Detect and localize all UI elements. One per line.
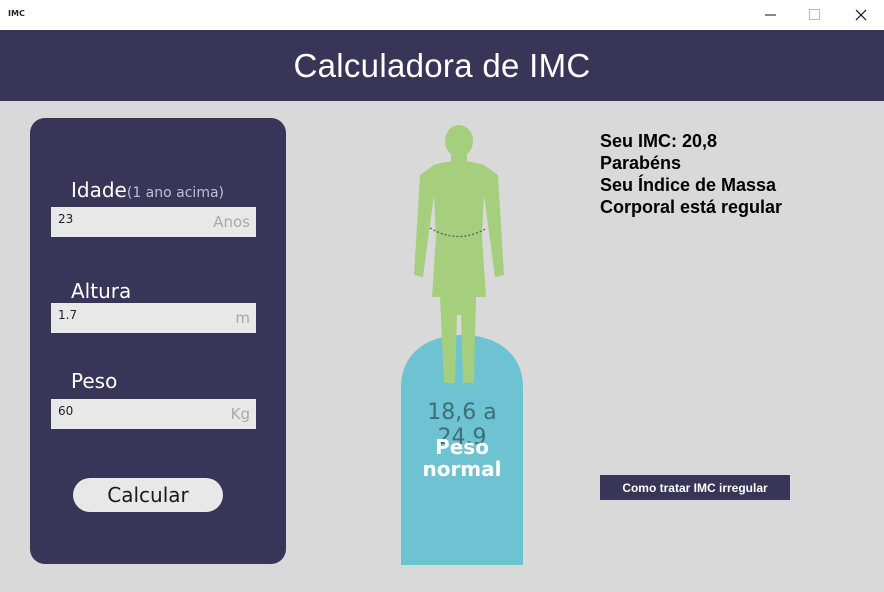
maximize-button[interactable] (792, 0, 838, 30)
height-unit: m (235, 309, 250, 327)
weight-value: 60 (58, 404, 74, 418)
close-button[interactable] (838, 0, 884, 30)
height-input[interactable]: 1.7 m (51, 303, 256, 333)
age-input[interactable]: 23 Anos (51, 207, 256, 237)
age-value: 23 (58, 212, 74, 226)
minimize-icon (765, 14, 776, 16)
age-unit: Anos (213, 213, 250, 231)
app-icon: IMC (8, 9, 25, 18)
input-panel: Idade(1 ano acima) 23 Anos Altura 1.7 m … (30, 118, 286, 564)
close-icon (855, 9, 867, 21)
age-label: Idade(1 ano acima) (71, 178, 224, 202)
app-header: Calculadora de IMC (0, 30, 884, 101)
result-message: Seu IMC: 20,8 Parabéns Seu Índice de Mas… (600, 130, 860, 218)
weight-label: Peso (71, 369, 118, 393)
weight-unit: Kg (230, 405, 250, 423)
age-hint: (1 ano acima) (126, 185, 224, 201)
maximize-icon (809, 9, 820, 20)
irregular-bmi-help-button[interactable]: Como tratar IMC irregular (600, 475, 790, 500)
weight-input[interactable]: 60 Kg (51, 399, 256, 429)
body-figure-illustration (401, 125, 523, 565)
result-line: Seu IMC: 20,8 (600, 131, 718, 151)
calculate-button[interactable]: Calcular (73, 478, 223, 512)
age-label-text: Idade (71, 178, 127, 202)
height-label: Altura (71, 279, 132, 303)
window-titlebar: IMC (0, 0, 884, 30)
height-value: 1.7 (58, 308, 78, 322)
result-line: Seu Índice de Massa (600, 175, 777, 195)
minimize-button[interactable] (748, 0, 794, 30)
bmi-category-text: Peso normal (422, 435, 502, 481)
page-title: Calculadora de IMC (293, 46, 591, 84)
result-line: Corporal está regular (600, 197, 783, 217)
result-line: Parabéns (600, 153, 682, 173)
